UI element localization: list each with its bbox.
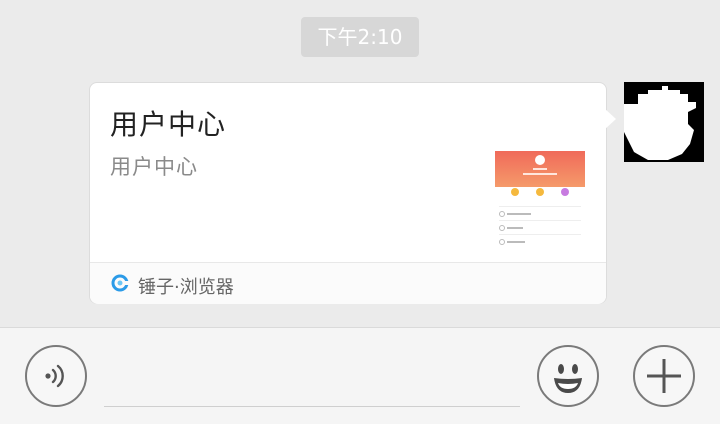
chat-area: 下午2:10 用户中心 用户中心 锤子·浏览器: [0, 0, 720, 327]
thumbnail-text-line: [533, 168, 547, 170]
thumbnail-bullet-icon: [499, 239, 505, 245]
thumbnail-divider: [499, 234, 581, 235]
card-title: 用户中心: [110, 108, 227, 141]
bubble-tail: [604, 108, 616, 130]
thumbnail-text-line: [507, 227, 523, 229]
plus-icon: [647, 359, 681, 393]
voice-button[interactable]: [25, 345, 87, 407]
timestamp-badge: 下午2:10: [301, 17, 419, 57]
avatar-image: [624, 82, 704, 162]
voice-input-icon: [45, 364, 64, 388]
message-input[interactable]: [104, 406, 520, 407]
link-card[interactable]: 用户中心 用户中心 锤子·浏览器: [89, 82, 607, 304]
thumbnail-text-line: [507, 241, 525, 243]
card-description: 用户中心: [110, 155, 198, 179]
thumbnail-dot-icon: [536, 188, 544, 196]
browser-app-icon: [111, 274, 129, 292]
thumbnail-dot-icon: [561, 188, 569, 196]
user-avatar-icon[interactable]: [624, 82, 704, 162]
card-footer: 锤子·浏览器: [90, 262, 606, 304]
thumbnail-dot-icon: [511, 188, 519, 196]
add-button[interactable]: [633, 345, 695, 407]
source-app-name: 锤子·浏览器: [138, 277, 234, 298]
thumbnail-text-line: [523, 173, 557, 175]
thumbnail-text-line: [507, 213, 531, 215]
webpage-thumbnail: [495, 151, 585, 249]
emoji-icon: [554, 364, 582, 393]
thumbnail-divider: [499, 206, 581, 207]
input-bar: [0, 327, 720, 424]
thumbnail-bullet-icon: [499, 225, 505, 231]
thumbnail-avatar-icon: [535, 155, 545, 165]
emoji-button[interactable]: [537, 345, 599, 407]
thumbnail-divider: [499, 220, 581, 221]
thumbnail-bullet-icon: [499, 211, 505, 217]
